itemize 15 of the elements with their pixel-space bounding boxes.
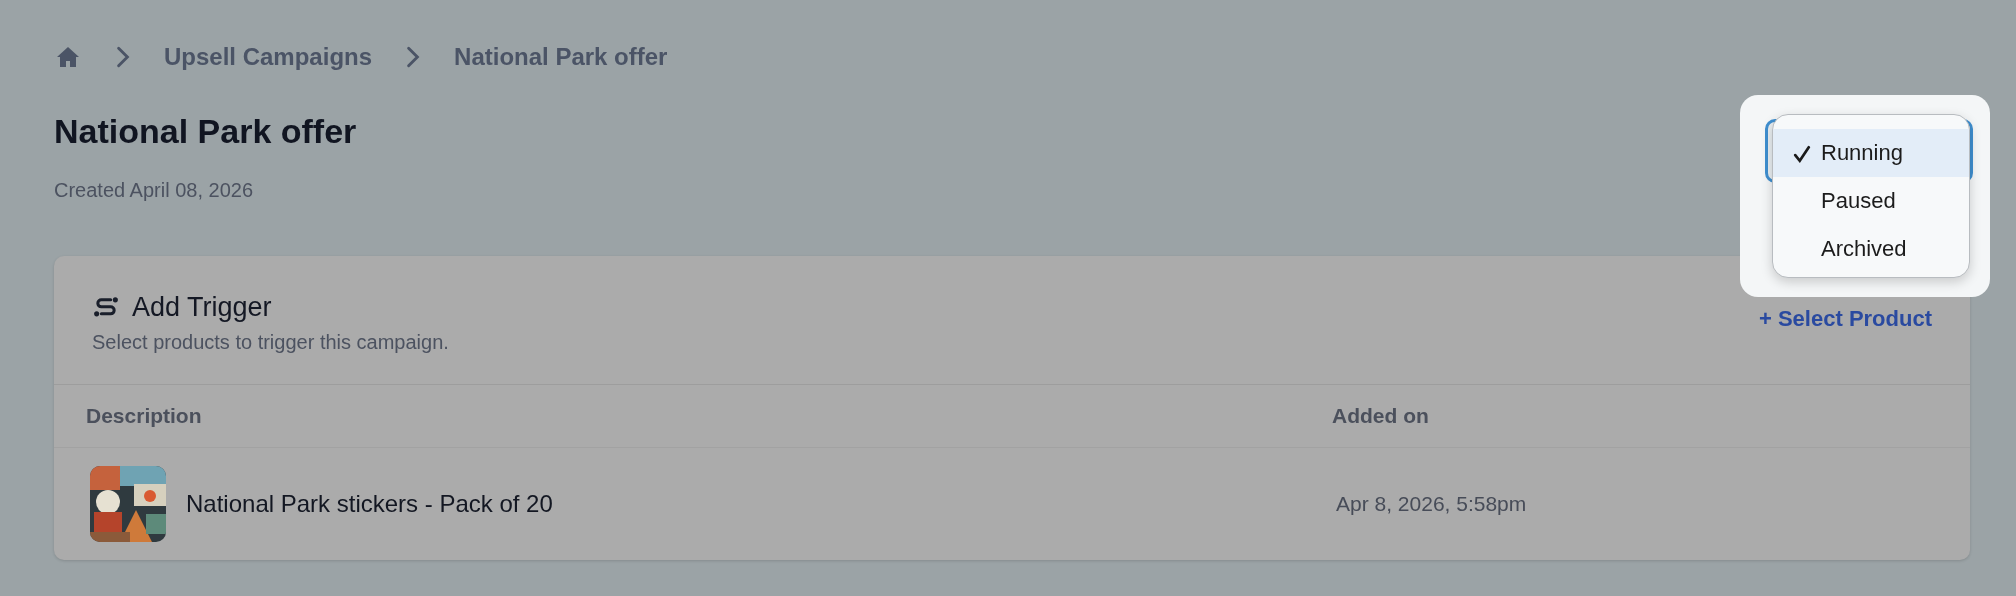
card-subtitle: Select products to trigger this campaign. xyxy=(92,331,449,354)
table-cell: National Park stickers - Pack of 20 xyxy=(186,490,553,518)
menu-item[interactable]: Paused xyxy=(1773,177,1969,225)
chevron-icon xyxy=(406,46,421,68)
column-header: Description xyxy=(86,404,203,428)
page-title: National Park offer xyxy=(54,112,357,151)
select-product-link[interactable]: + Select Product xyxy=(1759,306,1932,332)
chevron-icon xyxy=(116,46,130,68)
table-cell-text: Apr 8, 2026, 5:58pm xyxy=(1335,492,1527,516)
card-title: Add Trigger xyxy=(132,292,272,323)
checkmark-icon xyxy=(1793,145,1811,163)
menu-item[interactable]: Archived xyxy=(1773,225,1969,273)
column-header: Added on xyxy=(1332,404,1429,428)
created-date: Created April 08, 2026 xyxy=(54,179,254,202)
menu-item[interactable]: Running xyxy=(1773,129,1969,177)
